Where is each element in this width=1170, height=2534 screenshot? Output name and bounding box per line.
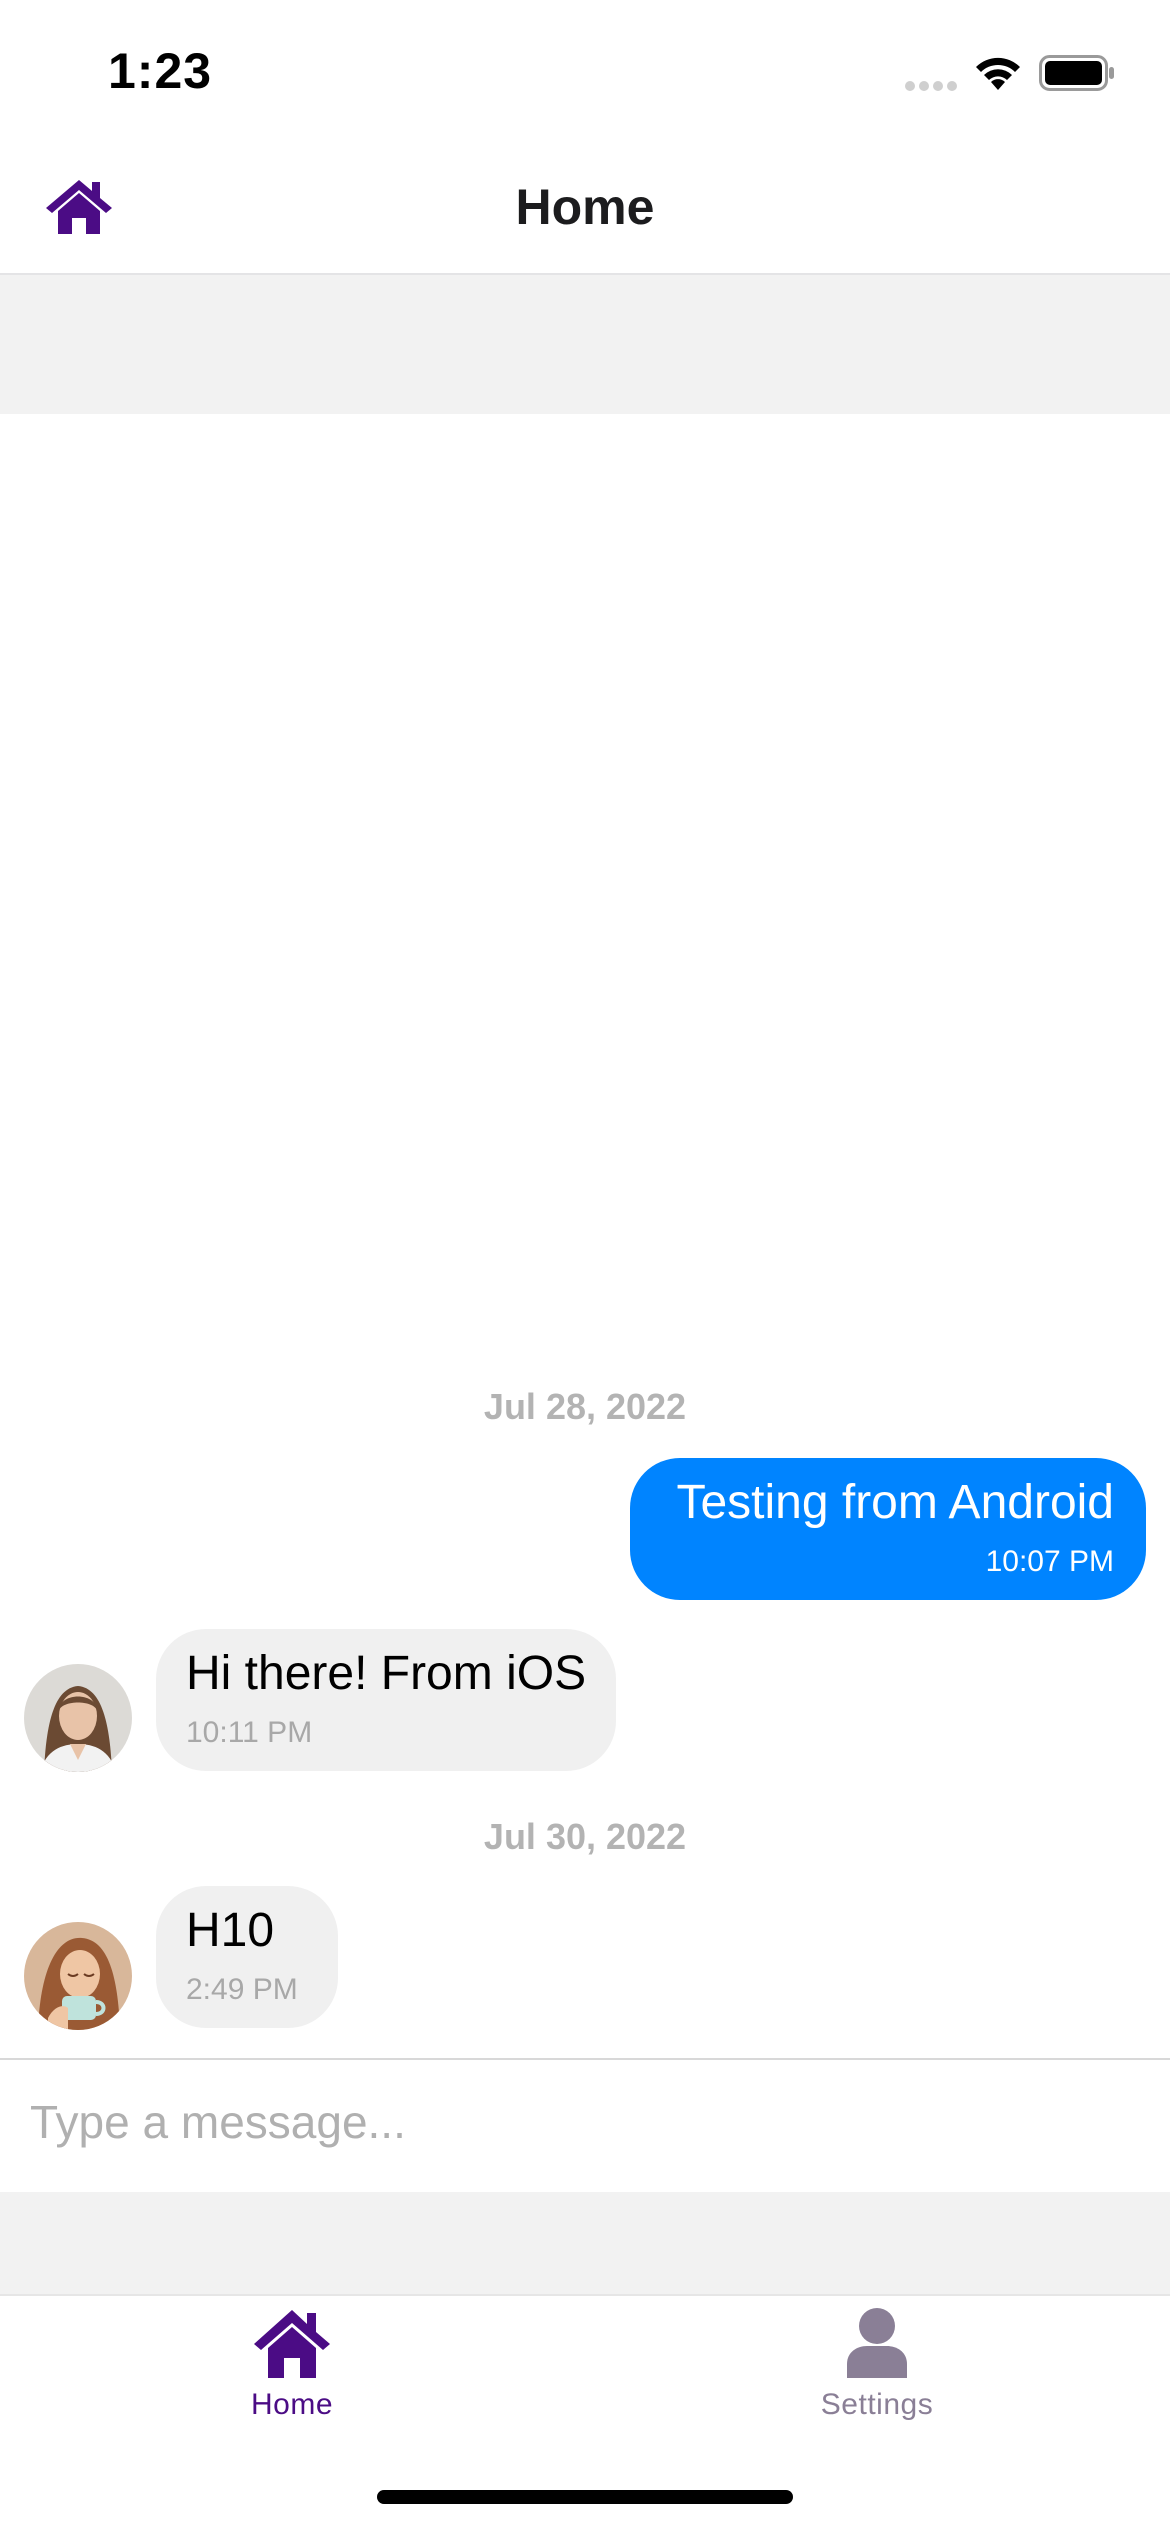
composer-accessory-area <box>0 2192 1170 2294</box>
message-input[interactable] <box>30 2072 1130 2172</box>
message-text: Hi there! From iOS <box>186 1647 587 1700</box>
tab-label: Home <box>250 2388 334 2421</box>
home-icon <box>254 2310 330 2378</box>
avatar-woman-with-cup-image <box>24 1922 132 2030</box>
outgoing-message-bubble[interactable]: Testing from Android 10:07 PM <box>630 1458 1146 1600</box>
avatar-woman-portrait-image <box>24 1664 132 1772</box>
message-composer <box>0 2058 1170 2194</box>
message-text: H10 <box>186 1904 275 1957</box>
battery-icon <box>1039 55 1114 91</box>
page-title: Home <box>515 179 655 235</box>
home-indicator[interactable] <box>377 2490 793 2504</box>
incoming-message-bubble[interactable]: Hi there! From iOS 10:11 PM <box>156 1629 616 1771</box>
message-timestamp: 10:07 PM <box>985 1545 1114 1578</box>
avatar[interactable] <box>24 1922 132 2030</box>
banner-area <box>0 275 1170 414</box>
person-icon <box>847 2308 907 2378</box>
status-bar: 1:23 <box>0 0 1170 140</box>
tab-label: Settings <box>820 2388 934 2421</box>
incoming-message-bubble[interactable]: H10 2:49 PM <box>156 1886 338 2028</box>
wifi-icon <box>976 57 1020 90</box>
tab-home[interactable]: Home <box>142 2306 442 2456</box>
message-timestamp: 10:11 PM <box>186 1716 313 1749</box>
tab-settings[interactable]: Settings <box>727 2306 1027 2456</box>
top-navigation-bar: Home <box>0 140 1170 275</box>
message-timestamp: 2:49 PM <box>186 1973 298 2006</box>
chat-message-list[interactable]: Jul 28, 2022 Testing from Android 10:07 … <box>0 414 1170 2058</box>
avatar[interactable] <box>24 1664 132 1772</box>
cellular-signal-icon <box>905 81 957 91</box>
message-text: Testing from Android <box>676 1476 1114 1529</box>
date-separator: Jul 30, 2022 <box>483 1816 687 1857</box>
date-separator: Jul 28, 2022 <box>483 1386 687 1427</box>
status-time: 1:23 <box>108 43 213 99</box>
